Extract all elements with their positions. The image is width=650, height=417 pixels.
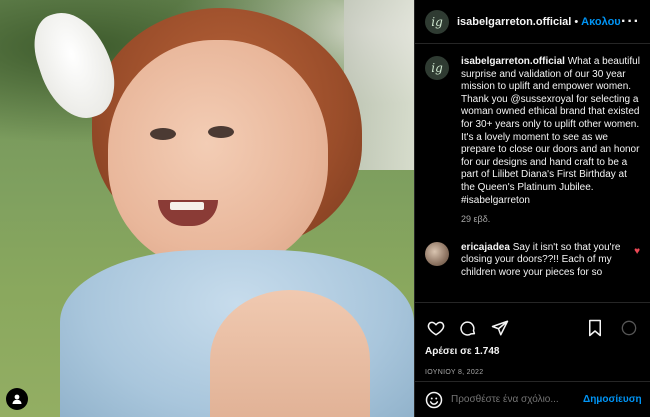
follow-button[interactable]: Ακολουθήστε <box>581 16 621 28</box>
commenter-avatar[interactable] <box>425 241 449 266</box>
child-face <box>108 40 328 270</box>
post-comment-button[interactable]: Δημοσίευση <box>583 394 642 405</box>
caption-username[interactable]: isabelgarreton.official <box>461 56 565 67</box>
child-right-eye <box>208 126 234 138</box>
comments-list[interactable]: ig isabelgarreton.official What a beauti… <box>415 44 650 302</box>
comment-input[interactable] <box>451 394 583 405</box>
more-options-button[interactable]: ··· <box>621 13 640 31</box>
emoji-icon <box>618 317 640 339</box>
post-image[interactable] <box>0 0 414 417</box>
post-side-panel: ig isabelgarreton.official • Ακολουθήστε… <box>414 0 650 417</box>
caption: ig isabelgarreton.official What a beauti… <box>425 56 640 226</box>
post-date: ΙΟΥΝΙΟΥ 8, 2022 <box>425 369 484 376</box>
caption-age: 29 εβδ. <box>461 214 491 225</box>
child-arm <box>210 290 370 417</box>
comment-item: ericajadea Say it isn't so that you're c… <box>425 241 640 280</box>
user-tag-icon[interactable] <box>6 388 28 410</box>
add-comment-bar: Δημοσίευση <box>415 381 650 417</box>
share-icon[interactable] <box>489 317 511 339</box>
caption-text: What a beautiful surprise and validation… <box>461 56 640 193</box>
post-header: ig isabelgarreton.official • Ακολουθήστε… <box>415 0 650 44</box>
comment-like-icon[interactable]: ♥ <box>634 246 640 257</box>
caption-avatar[interactable]: ig <box>425 56 449 80</box>
child-teeth <box>170 202 204 210</box>
likes-count[interactable]: Αρέσει σε 1.748 <box>415 346 650 357</box>
heart-icon[interactable] <box>425 317 447 339</box>
action-bar <box>415 302 650 352</box>
separator-dot: • <box>574 15 579 28</box>
caption-hashtag[interactable]: #isabelgarreton <box>461 195 530 206</box>
child-left-eye <box>150 128 176 140</box>
bookmark-icon[interactable] <box>584 317 606 339</box>
commenter-username[interactable]: ericajadea <box>461 242 510 253</box>
profile-avatar[interactable]: ig <box>425 9 449 34</box>
header-username[interactable]: isabelgarreton.official <box>457 16 571 28</box>
comment-icon[interactable] <box>457 317 479 339</box>
emoji-icon[interactable] <box>425 390 443 410</box>
